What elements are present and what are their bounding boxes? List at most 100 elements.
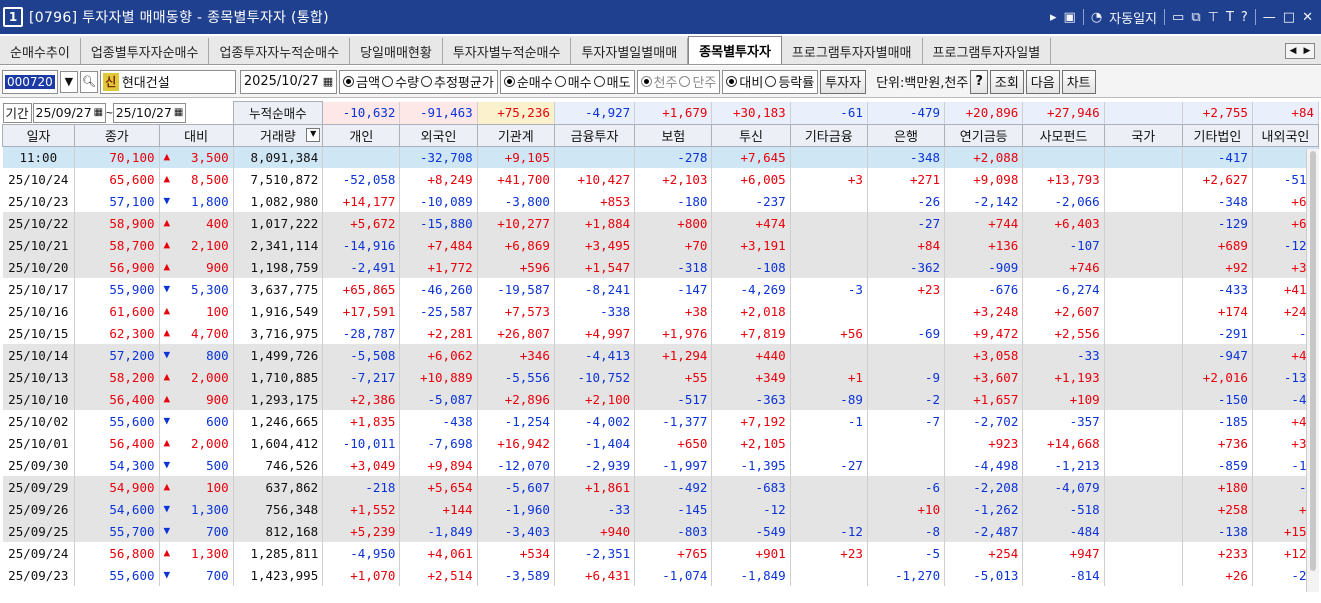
table-row[interactable]: 25/10/24 65,600 ▲ 8,500 7,510,872 -52,058 +8,2… [2, 168, 1320, 190]
investor-button[interactable]: 투자자 [820, 69, 867, 94]
table-row[interactable]: 25/10/22 58,900 ▲ 400 1,017,222 +5,672 -15,880… [2, 212, 1320, 234]
radio-buy[interactable]: 매수 [554, 72, 592, 91]
stock-name-field[interactable]: 신 현대건설 [99, 69, 236, 94]
sort-dropdown-icon[interactable]: ▼ [306, 127, 321, 142]
scroll-thumb[interactable] [1310, 151, 1316, 571]
radio-thousand-shares[interactable]: 천주 [640, 72, 677, 91]
screen-icon[interactable]: ▣ [1064, 10, 1076, 25]
radio-avg-price[interactable]: 추정평균가 [421, 72, 494, 91]
radio-net-buy[interactable]: 순매수 [503, 72, 553, 91]
column-header[interactable]: 보험 [634, 123, 713, 147]
pin-icon[interactable]: ⊤ [1208, 10, 1219, 25]
tab-8[interactable]: 프로그램투자자별매매 [782, 38, 923, 64]
column-header[interactable]: 종가 [74, 123, 160, 147]
column-header[interactable]: 사모펀드 [1022, 123, 1105, 147]
radio-rate[interactable]: 등락률 [765, 72, 814, 91]
table-row[interactable]: 25/10/13 58,200 ▲ 2,000 1,710,885 -7,217 +10,8… [2, 366, 1320, 388]
auto-diary-label[interactable]: 자동일지 [1109, 8, 1157, 27]
investor-grid[interactable]: 기간 25/09/27 ▦ ~25/10/27 ▦ 누적순매수 -10,632 -91,463… [1, 101, 1320, 586]
table-row[interactable]: 25/09/23 55,600 ▼ 700 1,423,995 +1,070 +2,514-… [2, 564, 1320, 586]
table-row[interactable]: 25/10/10 56,400 ▲ 900 1,293,175 +2,386 -5,087 +… [2, 388, 1320, 410]
window-icon[interactable]: ▭ [1172, 10, 1184, 25]
column-header[interactable]: 기관계 [476, 123, 555, 147]
tab-1[interactable]: 순매수추이 [0, 38, 81, 64]
tab-strip: 순매수추이 업종별투자자순매수 업종투자자누적순매수 당일매매현황 투자자별누적순매수 투… [0, 36, 1321, 65]
column-header[interactable]: 은행 [866, 123, 946, 147]
calendar-icon[interactable]: ▦ [174, 107, 183, 118]
volume-cell: 1,423,995 [233, 564, 324, 586]
table-row[interactable]: 25/10/15 62,300 ▲ 4,700 3,716,975 -28,787 +2,2… [2, 322, 1320, 344]
column-header[interactable]: 투신 [711, 123, 791, 147]
calendar-icon[interactable]: ▦ [323, 75, 333, 88]
tab-6[interactable]: 투자자별일별매매 [571, 38, 689, 64]
table-row[interactable]: 25/09/30 54,300 ▼ 500 746,526 +3,049 +9,894 -12… [2, 454, 1320, 476]
column-header[interactable]: 금융투자 [553, 123, 636, 147]
search-icon[interactable]: 🔍︎ [79, 70, 98, 93]
next-button[interactable]: 다음 [1025, 69, 1060, 94]
stock-code-field[interactable]: 000720 [2, 69, 58, 94]
column-header[interactable]: 일자 [1, 123, 76, 147]
radio-quantity[interactable]: 수량 [382, 72, 419, 91]
table-row[interactable]: 25/09/25 55,700 ▼ 700 812,168 +5,239 -1,849 -3,… [2, 520, 1320, 542]
tab-9[interactable]: 프로그램투자자일별 [923, 38, 1052, 64]
help-button[interactable]: ? [970, 69, 988, 94]
tab-2[interactable]: 업종별투자자순매수 [81, 38, 210, 64]
column-header[interactable]: 거래량 ▼ [232, 123, 324, 147]
column-header[interactable]: 국가 [1103, 123, 1183, 147]
tab-3[interactable]: 업종투자자누적순매수 [209, 38, 351, 64]
investor-value-cell: -33 [554, 498, 636, 520]
minimize-icon[interactable]: — [1263, 10, 1276, 25]
column-header[interactable]: 연기금등 [944, 123, 1024, 147]
maximize-icon[interactable]: □ [1283, 10, 1295, 25]
table-row[interactable]: 25/09/29 54,900 ▲ 100 637,862 -218 +5,654 -5,60… [2, 476, 1320, 498]
tab-next-icon[interactable]: ▶ [1300, 44, 1314, 58]
table-row[interactable]: 25/10/14 57,200 ▼ 800 1,499,726 -5,508 +6,062 +… [2, 344, 1320, 366]
tab-5[interactable]: 투자자별누적순매수 [443, 38, 572, 64]
column-header[interactable]: 외국인 [399, 123, 478, 147]
table-row[interactable]: 25/10/16 61,600 ▲ 100 1,916,549 +17,591 -25,58… [2, 300, 1320, 322]
investor-value-cell: -676 [944, 278, 1024, 300]
date-field[interactable]: 2025/10/27 ▦ [239, 69, 338, 94]
clock-icon[interactable]: ◔ [1091, 10, 1102, 25]
column-header[interactable]: 대비 [158, 123, 234, 147]
column-header[interactable]: 개인 [322, 123, 401, 147]
investor-value-cell [790, 300, 868, 322]
font-icon[interactable]: T [1226, 10, 1234, 25]
table-row[interactable]: 25/10/17 55,900 ▼ 5,300 3,637,775 +65,865 -46,… [2, 278, 1320, 300]
investor-value-cell [1104, 454, 1183, 476]
vertical-scrollbar[interactable] [1306, 149, 1319, 592]
table-row[interactable]: 25/10/21 58,700 ▲ 2,100 2,341,114 -14,916 +7,4… [2, 234, 1320, 256]
period-from[interactable]: 25/09/27 ▦ [32, 102, 107, 123]
table-row[interactable]: 11:00 70,100 ▲ 3,500 8,091,384 -32,708 +9,105 -… [2, 146, 1320, 168]
tab-prev-icon[interactable]: ◀ [1286, 44, 1300, 58]
query-button[interactable]: 조회 [989, 69, 1024, 94]
period-to[interactable]: 25/10/27 ▦ [112, 102, 187, 123]
radio-single-shares[interactable]: 단주 [679, 72, 716, 91]
table-row[interactable]: 25/10/23 57,100 ▼ 1,800 1,082,980 +14,177 -10,… [2, 190, 1320, 212]
table-row[interactable]: 25/09/26 54,600 ▼ 1,300 756,348 +1,552 +144 -1,… [2, 498, 1320, 520]
table-row[interactable]: 25/09/24 56,800 ▲ 1,300 1,285,811 -4,950 +4,06… [2, 542, 1320, 564]
column-header[interactable]: 기타법인 [1181, 123, 1253, 147]
radio-amount[interactable]: 금액 [343, 72, 380, 91]
table-row[interactable]: 25/10/01 56,400 ▲ 2,000 1,604,412 -10,011 -7,6… [2, 432, 1320, 454]
stock-code[interactable]: 000720 [5, 74, 55, 89]
tab-7[interactable]: 종목별투자자 [688, 36, 782, 64]
tab-scroll[interactable]: ◀ ▶ [1285, 43, 1315, 59]
help-icon[interactable]: ? [1241, 10, 1248, 25]
investor-value-cell: -947 [1182, 344, 1253, 366]
investor-value-cell: -909 [944, 256, 1024, 278]
column-header[interactable]: 기타금융 [789, 123, 868, 147]
play-icon[interactable]: ▸ [1050, 10, 1057, 25]
table-row[interactable]: 25/10/20 56,900 ▲ 900 1,198,759 -2,491 +1,772 +… [2, 256, 1320, 278]
table-row[interactable]: 25/10/02 55,600 ▼ 600 1,246,665 +1,835 -438 -1,… [2, 410, 1320, 432]
radio-change[interactable]: 대비 [726, 72, 763, 91]
column-header[interactable]: 내외국인 [1251, 123, 1320, 147]
copy-icon[interactable]: ⧉ [1191, 10, 1200, 25]
code-dropdown-icon[interactable]: ▼ [59, 70, 78, 93]
radio-sell[interactable]: 매도 [593, 72, 631, 91]
close-icon[interactable]: ✕ [1302, 10, 1313, 25]
calendar-icon[interactable]: ▦ [94, 107, 103, 118]
close-price-cell: 56,400 [74, 432, 160, 454]
tab-4[interactable]: 당일매매현황 [350, 38, 443, 64]
chart-button[interactable]: 차트 [1061, 69, 1096, 94]
